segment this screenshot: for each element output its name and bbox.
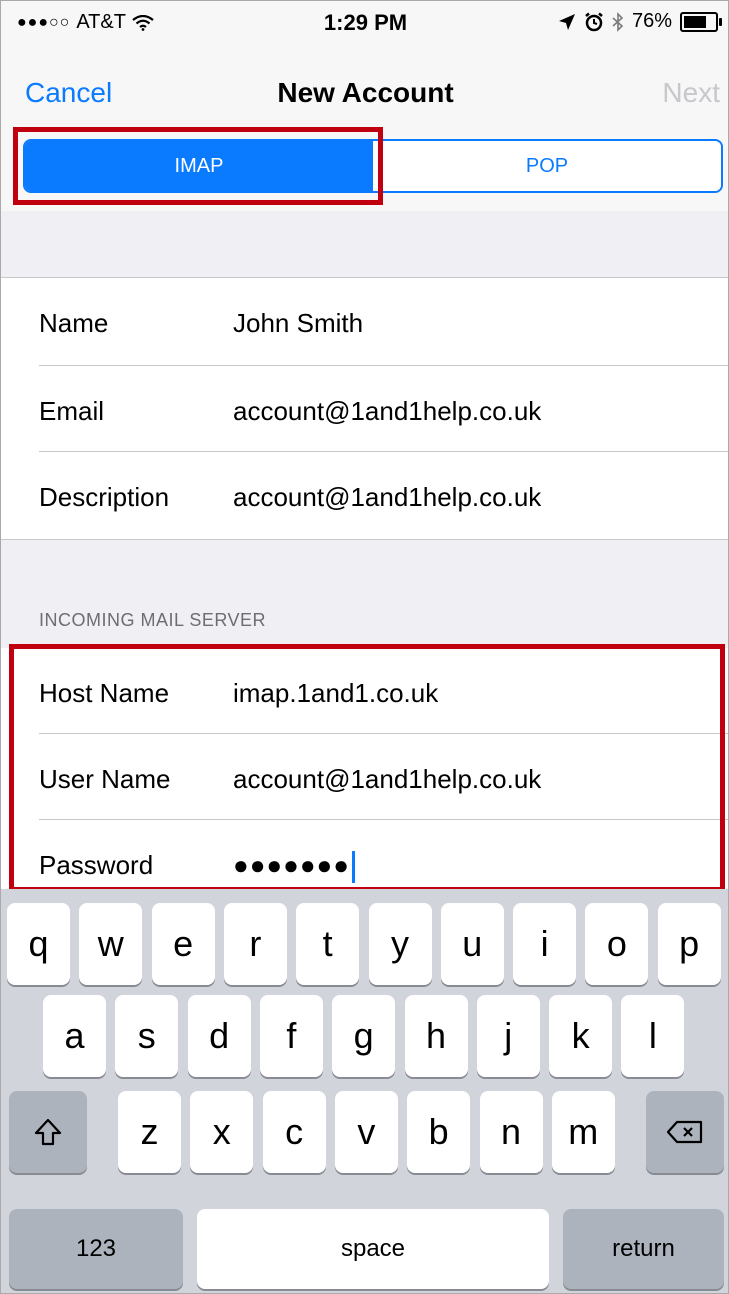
delete-key[interactable] [646, 1091, 724, 1173]
status-bar: ●●●○○ AT&T 1:29 PM 76% [1, 1, 728, 43]
keyboard: 123 space return qwertyuiop asdfghjkl zxcv… [1, 889, 728, 1293]
battery-icon [680, 11, 722, 32]
key-l[interactable]: l [621, 995, 685, 1077]
name-field[interactable]: John Smith [233, 308, 363, 339]
key-r[interactable]: r [223, 903, 287, 985]
key-m[interactable]: m [551, 1091, 615, 1173]
key-h[interactable]: h [404, 995, 468, 1077]
email-label: Email [39, 396, 105, 426]
alarm-icon [585, 12, 603, 31]
key-v[interactable]: v [334, 1091, 398, 1173]
key-x[interactable]: x [190, 1091, 254, 1173]
key-i[interactable]: i [513, 903, 577, 985]
key-w[interactable]: w [79, 903, 143, 985]
navigation-bar: Cancel New Account Next [1, 43, 728, 131]
key-c[interactable]: c [262, 1091, 326, 1173]
numbers-key[interactable]: 123 [9, 1209, 183, 1289]
shift-key[interactable] [9, 1091, 87, 1173]
backspace-icon [667, 1120, 703, 1144]
key-p[interactable]: p [657, 903, 721, 985]
shift-arrow-icon [34, 1118, 62, 1146]
key-j[interactable]: j [476, 995, 540, 1077]
status-right: 76% [558, 10, 722, 33]
space-key[interactable]: space [197, 1209, 549, 1289]
key-d[interactable]: d [187, 995, 251, 1077]
segment-pop[interactable]: POP [373, 141, 721, 191]
name-label: Name [39, 308, 109, 338]
key-k[interactable]: k [549, 995, 613, 1077]
description-row[interactable]: Description account@1and1help.co.uk [1, 452, 728, 540]
key-q[interactable]: q [7, 903, 70, 985]
battery-percent: 76% [631, 10, 672, 32]
key-o[interactable]: o [585, 903, 649, 985]
key-s[interactable]: s [115, 995, 179, 1077]
description-field[interactable]: account@1and1help.co.uk [233, 482, 541, 513]
key-f[interactable]: f [259, 995, 323, 1077]
key-u[interactable]: u [440, 903, 504, 985]
key-z[interactable]: z [118, 1091, 181, 1173]
incoming-section-header: INCOMING MAIL SERVER [1, 539, 728, 649]
key-e[interactable]: e [151, 903, 215, 985]
key-n[interactable]: n [479, 1091, 543, 1173]
incoming-server-highlight-box [9, 644, 725, 892]
key-b[interactable]: b [407, 1091, 471, 1173]
return-key[interactable]: return [563, 1209, 724, 1289]
key-y[interactable]: y [368, 903, 432, 985]
next-button[interactable]: Next [662, 77, 720, 109]
key-g[interactable]: g [332, 995, 396, 1077]
bluetooth-icon [612, 11, 624, 32]
key-a[interactable]: a [43, 995, 106, 1077]
description-label: Description [39, 482, 170, 512]
section-spacer [1, 211, 728, 278]
screenshot-frame: ●●●○○ AT&T 1:29 PM 76% Cancel New Accoun… [0, 0, 729, 1294]
incoming-mail-server-header: INCOMING MAIL SERVER [39, 610, 267, 630]
key-t[interactable]: t [296, 903, 360, 985]
page-title: New Account [277, 77, 454, 108]
location-arrow-icon [558, 13, 575, 30]
email-field[interactable]: account@1and1help.co.uk [233, 396, 541, 427]
name-row[interactable]: Name John Smith [1, 278, 728, 366]
email-row[interactable]: Email account@1and1help.co.uk [1, 366, 728, 454]
imap-highlight-box [13, 127, 383, 205]
